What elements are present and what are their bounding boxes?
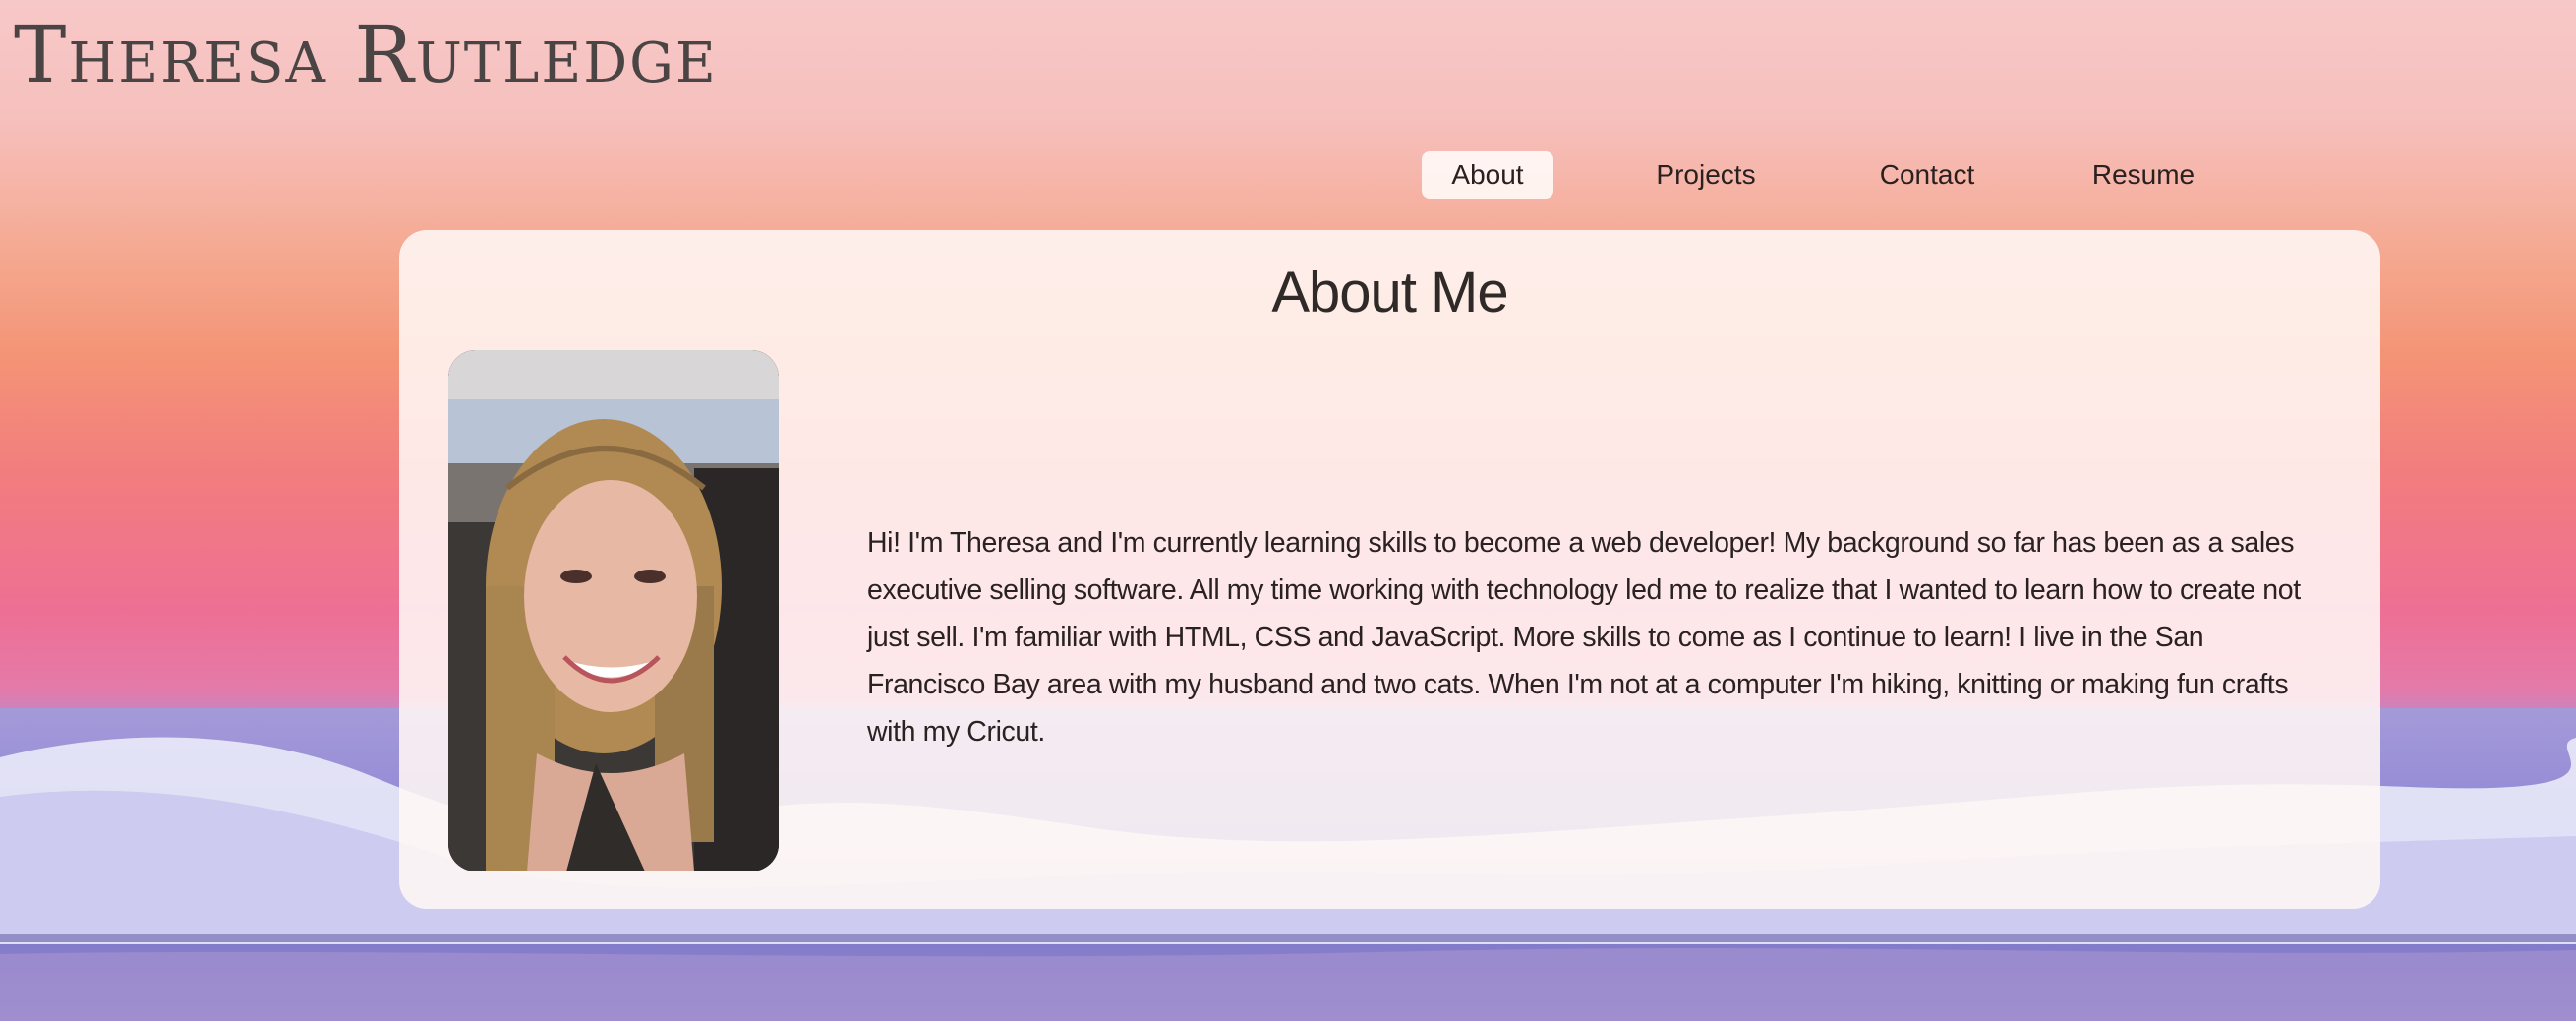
nav-item-resume[interactable]: Resume bbox=[2075, 151, 2212, 199]
about-card: About Me Hi! I'm Theresa and I'm current… bbox=[399, 230, 2380, 909]
site-title: Theresa Rutledge bbox=[14, 9, 718, 100]
profile-photo bbox=[448, 350, 779, 871]
nav-item-projects[interactable]: Projects bbox=[1632, 151, 1780, 199]
main-nav: About Projects Contact Resume bbox=[1422, 151, 2212, 199]
nav-item-about[interactable]: About bbox=[1422, 151, 1553, 199]
about-heading: About Me bbox=[1271, 261, 1508, 325]
profile-photo-image bbox=[448, 350, 779, 871]
nav-item-contact[interactable]: Contact bbox=[1858, 151, 1996, 199]
about-bio-text: Hi! I'm Theresa and I'm currently learni… bbox=[867, 527, 2301, 748]
